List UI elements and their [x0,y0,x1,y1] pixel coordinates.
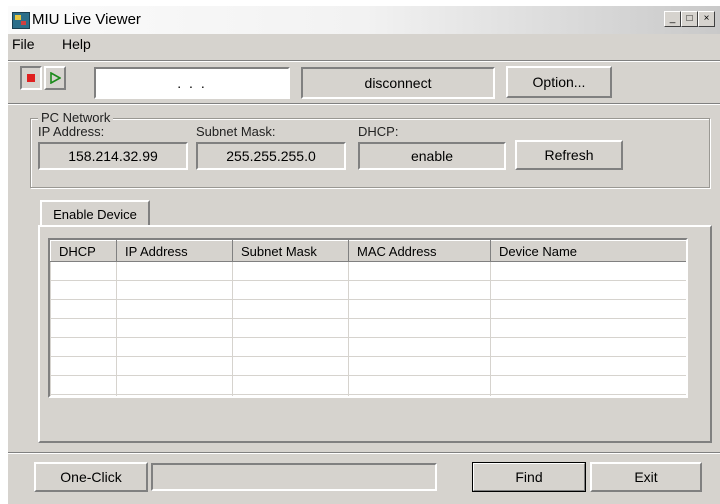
title-bar: MIU Live Viewer _ □ × [8,6,720,34]
menu-bar: File Help [8,34,720,55]
device-table-body [50,261,686,396]
minimize-button[interactable]: _ [664,11,681,27]
exit-button[interactable]: Exit [590,462,702,492]
table-row [50,394,686,396]
window-title: MIU Live Viewer [32,11,141,28]
device-table-container[interactable]: DHCP IP Address Subnet Mask MAC Address … [48,238,688,398]
column-header-subnet-mask[interactable]: Subnet Mask [232,240,349,262]
tab-enable-device[interactable]: Enable Device [40,200,150,226]
ip-address-value: 158.214.32.99 [38,142,188,170]
app-icon [12,12,30,29]
column-header-dhcp[interactable]: DHCP [50,240,117,262]
subnet-mask-value: 255.255.255.0 [196,142,346,170]
table-row [50,261,686,281]
ip-address-label: IP Address: [38,124,105,139]
table-row [50,375,686,395]
menu-help[interactable]: Help [62,36,91,52]
maximize-button[interactable]: □ [681,11,698,27]
dhcp-label: DHCP: [358,124,399,139]
app-window: MIU Live Viewer _ □ × File Help . . . di… [8,6,720,504]
table-row [50,280,686,300]
table-row [50,356,686,376]
one-click-button[interactable]: One-Click [34,462,148,492]
pc-network-title: PC Network [38,110,114,125]
refresh-button[interactable]: Refresh [515,140,623,170]
column-header-ip-address[interactable]: IP Address [116,240,233,262]
menu-file[interactable]: File [12,36,35,52]
find-button[interactable]: Find [472,462,586,492]
play-icon [50,72,61,84]
option-button[interactable]: Option... [506,66,612,98]
stop-icon [27,74,35,82]
stop-button[interactable] [20,66,42,90]
device-table: DHCP IP Address Subnet Mask MAC Address … [50,240,686,396]
connection-status-field: disconnect [301,67,495,99]
play-button[interactable] [44,66,66,90]
device-address-input[interactable]: . . . [94,67,290,99]
table-row [50,299,686,319]
status-field [151,463,437,491]
subnet-mask-label: Subnet Mask: [196,124,276,139]
table-row [50,337,686,357]
dhcp-value: enable [358,142,506,170]
close-button[interactable]: × [698,11,715,27]
table-row [50,318,686,338]
column-header-mac-address[interactable]: MAC Address [348,240,491,262]
column-header-device-name[interactable]: Device Name [490,240,686,262]
